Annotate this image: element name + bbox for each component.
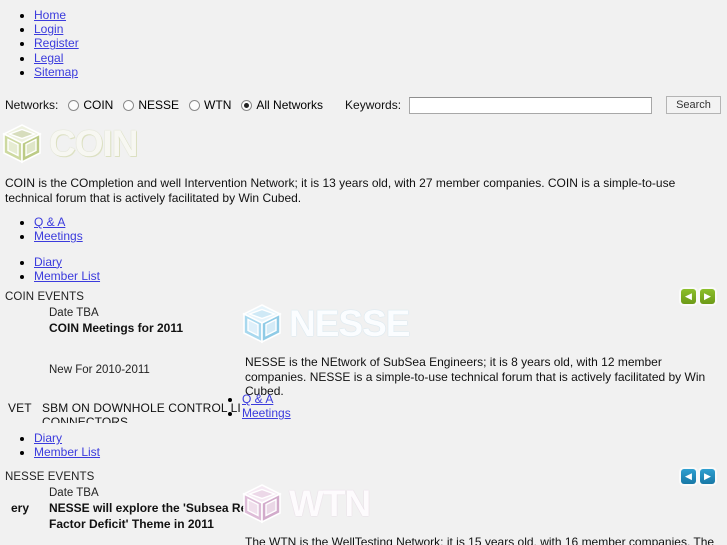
coin-link-meetings[interactable]: Meetings (34, 229, 83, 243)
main-nav: Home Login Register Legal Sitemap (0, 0, 727, 79)
nesse-event-name-overflow: ery (11, 501, 30, 515)
nav-item-sitemap[interactable]: Sitemap (34, 65, 727, 79)
radio-coin[interactable] (68, 99, 80, 111)
wtn-brand-text: WTN (289, 483, 371, 524)
radio-option-nesse[interactable]: NESSE (123, 98, 179, 112)
radio-label-all-networks: All Networks (256, 98, 324, 112)
coin-link-item-diary[interactable]: Diary (34, 255, 727, 269)
nav-link-home[interactable]: Home (34, 8, 66, 22)
radio-label-coin: COIN (83, 98, 114, 112)
nesse-logo-row: NESSE (240, 300, 727, 348)
nav-item-legal[interactable]: Legal (34, 51, 727, 65)
nesse-link-item-meetings[interactable]: Meetings (242, 406, 291, 420)
radio-label-wtn: WTN (204, 98, 232, 112)
nesse-cube-icon (242, 304, 282, 344)
nesse-link-member-list[interactable]: Member List (34, 445, 100, 459)
coin-link-qa[interactable]: Q & A (34, 215, 65, 229)
wtn-logo-row: WTN (240, 480, 727, 528)
nesse-link-item-qa[interactable]: Q & A (242, 392, 291, 406)
page-root: Home Login Register Legal Sitemap Networ… (0, 0, 727, 545)
nav-item-home[interactable]: Home (34, 8, 727, 22)
search-input[interactable] (409, 96, 653, 114)
radio-label-nesse: NESSE (138, 98, 180, 112)
nav-link-register[interactable]: Register (34, 36, 79, 50)
nesse-link-meetings[interactable]: Meetings (242, 406, 291, 420)
search-button[interactable]: Search (666, 96, 721, 114)
coin-cube-icon (2, 124, 42, 164)
network-section-coin: COIN COIN is the COmpletion and well Int… (0, 120, 727, 284)
radio-nesse[interactable] (123, 99, 135, 111)
nesse-links-bottom: Diary Member List (0, 431, 100, 460)
network-section-nesse: NESSE NESSE is the NEtwork of SubSea Eng… (240, 300, 727, 399)
nesse-brand-text: NESSE (289, 303, 410, 344)
networks-label: Networks: (5, 98, 59, 112)
news-ticker-row: VET SBM ON DOWNHOLE CONTROL LINE CONNECT… (0, 401, 240, 423)
nav-link-sitemap[interactable]: Sitemap (34, 65, 78, 79)
coin-links-top: Q & A Meetings (0, 215, 727, 244)
coin-brand-text: COIN (49, 123, 138, 164)
nav-item-login[interactable]: Login (34, 22, 727, 36)
coin-link-item-qa[interactable]: Q & A (34, 215, 727, 229)
coin-link-item-meetings[interactable]: Meetings (34, 229, 727, 243)
coin-link-member-list[interactable]: Member List (34, 269, 100, 283)
nav-item-register[interactable]: Register (34, 36, 727, 50)
nav-link-legal[interactable]: Legal (34, 51, 63, 65)
nesse-link-item-member-list[interactable]: Member List (34, 445, 100, 459)
radio-all-networks[interactable] (241, 99, 253, 111)
radio-option-coin[interactable]: COIN (68, 98, 113, 112)
radio-option-all-networks[interactable]: All Networks (241, 98, 323, 112)
coin-description: COIN is the COmpletion and well Interven… (5, 176, 676, 205)
coin-link-item-member-list[interactable]: Member List (34, 269, 727, 283)
wtn-cube-icon (242, 484, 282, 524)
search-bar: Networks: COIN NESSE WTN All Networks Ke… (0, 94, 727, 116)
nesse-link-qa[interactable]: Q & A (242, 392, 273, 406)
nesse-link-diary[interactable]: Diary (34, 431, 62, 445)
coin-links-bottom: Diary Member List (0, 255, 727, 284)
network-section-wtn: WTN The WTN is the WellTesting Network; … (240, 480, 727, 545)
coin-link-diary[interactable]: Diary (34, 255, 62, 269)
coin-logo-row: COIN (0, 120, 727, 168)
nesse-description: NESSE is the NEtwork of SubSea Engineers… (245, 355, 706, 398)
ticker-headline-line1: SBM ON DOWNHOLE CONTROL LINE (42, 401, 240, 415)
radio-option-wtn[interactable]: WTN (189, 98, 231, 112)
ticker-tag: VET (8, 401, 32, 415)
radio-wtn[interactable] (189, 99, 201, 111)
nesse-link-item-diary[interactable]: Diary (34, 431, 100, 445)
nav-link-login[interactable]: Login (34, 22, 63, 36)
keywords-label: Keywords: (345, 98, 402, 112)
ticker-headline-line2: CONNECTORS (42, 415, 129, 423)
wtn-description: The WTN is the WellTesting Network; it i… (245, 535, 715, 545)
